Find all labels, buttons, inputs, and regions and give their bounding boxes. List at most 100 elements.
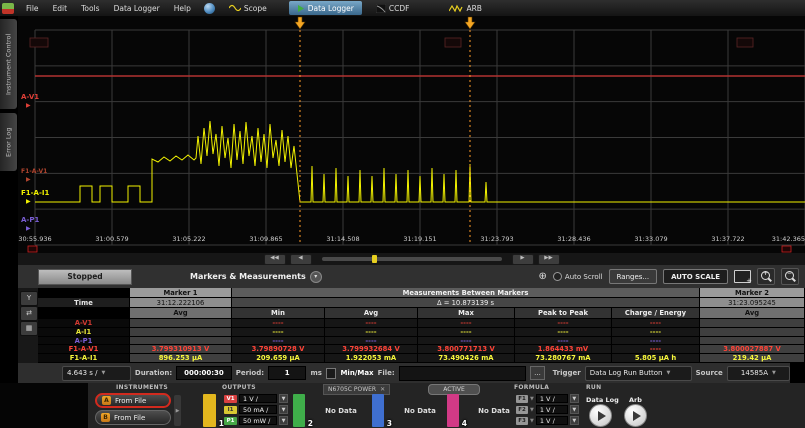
markers-tool-button[interactable]: Y [20,291,38,306]
close-icon[interactable]: ✕ [380,386,385,393]
menu-help[interactable]: Help [167,4,198,13]
trace-label-a-v1[interactable]: A-V1 [21,94,39,101]
sidebar-tab-error-log[interactable]: Error Log [0,113,17,171]
marker1-stat-header: Avg [130,308,232,319]
period-input[interactable]: 1 [268,366,306,380]
v1-scale-select[interactable]: 1 V / [239,394,277,403]
i1-scale-select[interactable]: 50 mA / [239,405,277,414]
chevron-down-icon[interactable]: ▼ [570,394,579,403]
menu-data-logger[interactable]: Data Logger [107,4,167,13]
chevron-down-icon[interactable]: ▼ [570,416,579,425]
channel1-rows: V1 1 V / ▼ I1 50 mA / ▼ P1 50 mW / ▼ [224,394,288,425]
instrument-status-icon[interactable] [204,3,215,14]
cell-min: ---- [232,337,325,346]
chevron-down-icon[interactable]: ▼ [279,405,288,414]
channel3-bar: 3 [372,394,384,427]
markers-dropdown-button[interactable]: ▾ [310,271,322,283]
instrument-b-button[interactable]: B From File [95,410,171,425]
trace-ref-arrow[interactable]: ▶ [26,177,31,183]
trace-ref-arrow[interactable]: ▶ [26,226,31,232]
f2-scale-select[interactable]: 1 V / [536,405,568,414]
browse-button[interactable]: ... [530,366,544,380]
cell-marker1: 896.253 µA [130,354,232,363]
cell-min: ---- [232,319,325,328]
marker1-flag-icon[interactable] [295,17,305,29]
zoom-out-button[interactable]: − [781,268,799,285]
tab-ccdf[interactable]: CCDF [368,1,418,15]
chevron-down-icon[interactable]: ▼ [530,418,534,424]
menu-bar: File Edit Tools Data Logger Help Scope D… [0,0,805,16]
trigger-select[interactable]: Data Log Run Button ▼ [585,366,692,381]
timebase-select[interactable]: 4.643 s / ▼ [62,366,131,381]
source-label: Source [696,369,723,377]
marker-target-icon[interactable]: ⊕ [539,272,547,282]
x-axis-tick-label: 31:42.365 [772,235,805,243]
duration-value[interactable]: 000:00:30 [176,366,231,380]
tab-scope[interactable]: Scope [221,1,275,15]
cell-marker2: 3.800027887 V [700,345,805,354]
chart-plot-area[interactable]: A-V1 ▶ F1-A-V1 ▶ F1-A-I1 ▶ A-P1 ▶ 30:55.… [18,16,805,253]
instrument-a-button[interactable]: A From File [95,393,171,408]
x-axis-tick-label: 31:37.722 [711,235,744,243]
chevron-down-icon[interactable]: ▼ [570,405,579,414]
cell-marker2: 219.42 µA [700,354,805,363]
scroll-right-button[interactable]: ▶ [512,254,534,265]
chevron-down-icon: ▼ [667,370,671,376]
tab-data-logger[interactable]: Data Logger [289,1,362,15]
minmax-checkbox[interactable] [326,368,337,379]
channel3-number: 3 [387,419,392,428]
f3-scale-select[interactable]: 1 V / [536,416,568,425]
p1-scale-select[interactable]: 50 mW / [239,416,277,425]
trace-label-f1-a-v1[interactable]: F1-A-V1 [21,169,47,175]
arb-run-button[interactable] [624,404,647,427]
v1-chip: V1 [224,395,237,403]
scroll-thumb[interactable] [372,255,377,263]
trace-label-a-p1[interactable]: A-P1 [21,217,39,224]
row-label: A-P1 [38,337,130,346]
chevron-down-icon[interactable]: ▼ [530,407,534,413]
scroll-left-button[interactable]: ◀ [290,254,312,265]
chevron-down-icon[interactable]: ▼ [279,394,288,403]
source-value: 14585A [741,369,768,377]
cell-peak-to-peak: ---- [515,319,612,328]
tab-arb[interactable]: ARB [441,1,490,15]
trace-label-f1-a-i1[interactable]: F1-A-I1 [21,190,49,197]
scroll-track[interactable] [322,257,502,261]
row-label: A-I1 [38,328,130,337]
chevron-down-icon[interactable]: ▼ [279,416,288,425]
f1-scale-select[interactable]: 1 V / [536,394,568,403]
f1-chip[interactable]: F1 [516,395,528,403]
outputs-header: OUTPUTS [222,384,256,391]
channel3-no-data: No Data [394,394,446,427]
between-markers-tool-button[interactable]: ⇄ [20,306,38,321]
panel-left-spacer [0,383,88,428]
chevron-down-icon[interactable]: ▼ [530,396,534,402]
menu-tools[interactable]: Tools [74,4,106,13]
auto-scroll-toggle[interactable]: Auto Scroll [553,272,603,281]
f2-chip[interactable]: F2 [516,406,528,414]
sidebar-tab-instrument-control[interactable]: Instrument Control [0,19,17,109]
grid-view-button[interactable]: ▦ [20,321,38,336]
zoom-in-button[interactable]: + [757,268,775,285]
cell-peak-to-peak: ---- [515,328,612,337]
scroll-far-right-button[interactable]: ▶▶ [538,254,560,265]
menu-edit[interactable]: Edit [46,4,75,13]
ranges-button[interactable]: Ranges... [609,269,658,284]
instrument-expander-button[interactable]: ▶ [174,395,181,426]
instrument-a-label: From File [115,397,146,405]
menu-file[interactable]: File [19,4,46,13]
data-log-run-button[interactable] [589,404,612,427]
cell-charge-energy: 5.805 µA h [612,354,700,363]
auto-scale-button[interactable]: AUTO SCALE [663,269,728,284]
trace-ref-arrow[interactable]: ▶ [26,199,31,205]
fit-to-screen-icon[interactable] [734,270,751,283]
cell-peak-to-peak: ---- [515,337,612,346]
trace-ref-arrow[interactable]: ▶ [26,103,31,109]
source-select[interactable]: 14585A ▼ [727,366,790,381]
scroll-far-left-button[interactable]: ◀◀ [264,254,286,265]
file-input[interactable] [399,366,527,381]
marker2-flag-icon[interactable] [465,17,475,29]
table-spacer [38,308,130,319]
f3-chip[interactable]: F3 [516,417,528,425]
chart-toolbar: Stopped Markers & Measurements ▾ ⊕ Auto … [18,265,805,288]
